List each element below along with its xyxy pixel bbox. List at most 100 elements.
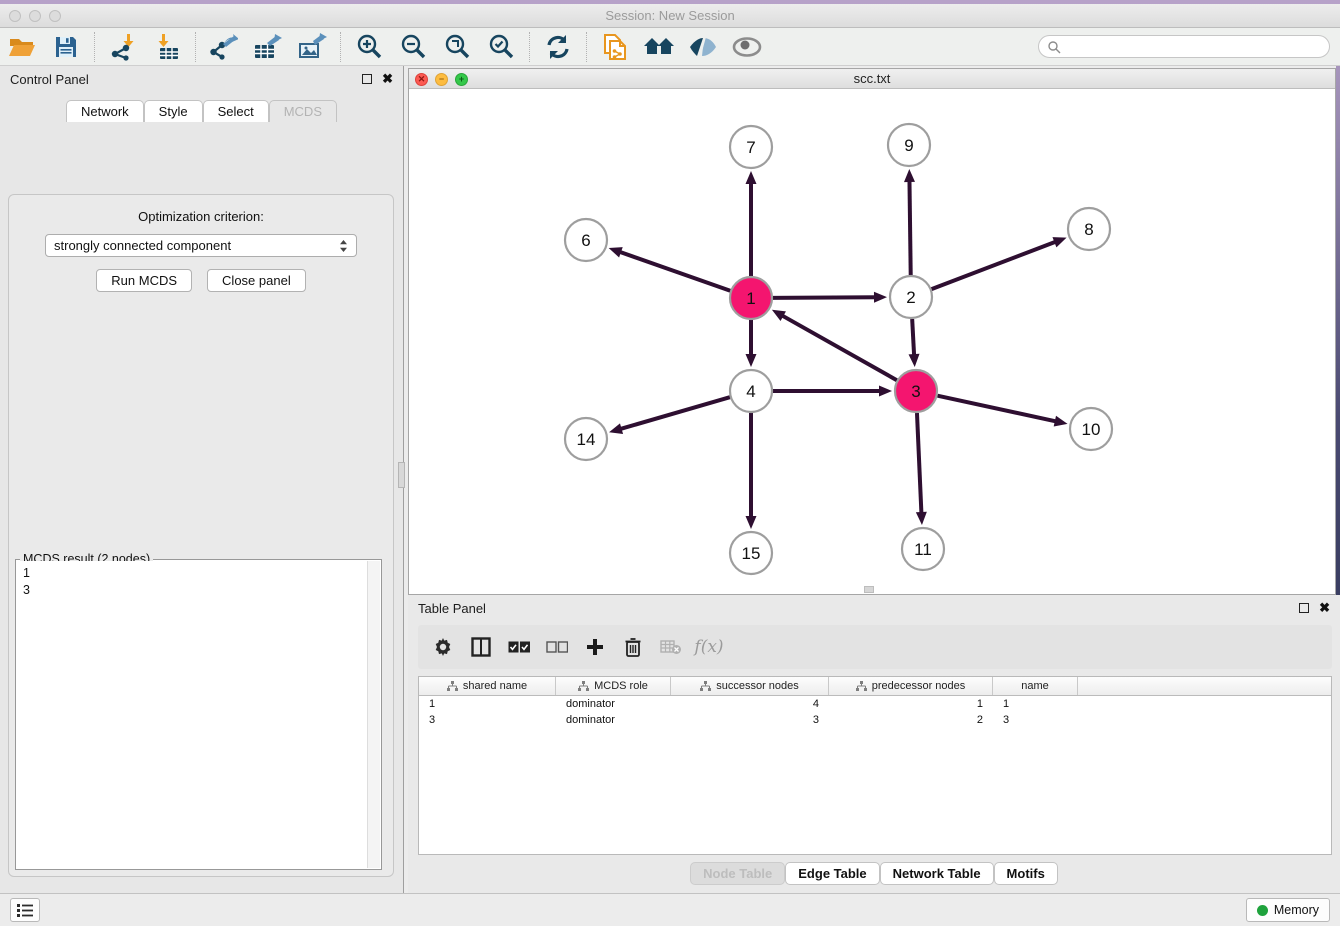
table-cell[interactable]: 3 — [993, 714, 1078, 726]
table-cell[interactable]: 1 — [993, 698, 1078, 710]
column-header-shared-name[interactable]: shared name — [419, 677, 556, 695]
table-row[interactable]: 3dominator323 — [419, 712, 1331, 728]
import-network-button[interactable] — [106, 32, 140, 62]
table-cell[interactable]: 1 — [419, 698, 556, 710]
status-bar: Memory — [0, 893, 1340, 926]
result-line: 1 — [23, 565, 361, 582]
result-scrollbar[interactable] — [367, 561, 380, 868]
zoom-out-button[interactable] — [396, 32, 430, 62]
edge-3-1[interactable] — [781, 315, 896, 380]
search-icon — [1047, 40, 1061, 54]
node-table-header: shared name MCDS rolesuccessor nodesprede… — [419, 677, 1331, 696]
export-image-button[interactable] — [295, 32, 329, 62]
edge-2-3[interactable] — [912, 319, 914, 356]
delete-button[interactable] — [618, 632, 648, 662]
table-cell[interactable]: 4 — [671, 698, 829, 710]
zoom-in-button[interactable] — [352, 32, 386, 62]
tab-network-table[interactable]: Network Table — [880, 862, 994, 885]
delete-table-button[interactable] — [656, 632, 686, 662]
search-input[interactable] — [1061, 40, 1329, 54]
toolbar-separator — [94, 32, 95, 62]
edge-2-9[interactable] — [909, 180, 910, 275]
zoom-fit-button[interactable] — [440, 32, 474, 62]
copy-network-button[interactable] — [598, 32, 632, 62]
export-table-button[interactable] — [251, 32, 285, 62]
table-settings-button[interactable] — [428, 632, 458, 662]
table-panel: Table Panel ✖ — [408, 595, 1340, 893]
mcds-result-box: MCDS result (2 nodes) 13 — [15, 559, 382, 870]
mcds-result-list[interactable]: 13 — [17, 561, 367, 868]
edge-2-8[interactable] — [932, 241, 1057, 289]
node-table-body: 1dominator4113dominator323 — [419, 696, 1331, 728]
import-table-button[interactable] — [150, 32, 184, 62]
edge-4-14[interactable] — [620, 397, 730, 429]
canvas-grip[interactable] — [864, 586, 874, 593]
select-all-button[interactable] — [504, 632, 534, 662]
table-row[interactable]: 1dominator411 — [419, 696, 1331, 712]
node-label-2: 2 — [906, 288, 915, 307]
tab-style[interactable]: Style — [144, 100, 203, 122]
float-panel-icon[interactable] — [362, 74, 372, 84]
edge-3-11[interactable] — [917, 413, 921, 514]
network-canvas[interactable]: 7968124314101511 — [409, 89, 1335, 594]
table-cell[interactable]: dominator — [556, 698, 671, 710]
close-panel-button[interactable]: Close panel — [207, 269, 306, 292]
node-label-11: 11 — [914, 540, 932, 559]
close-panel-icon[interactable]: ✖ — [382, 74, 393, 84]
memory-button[interactable]: Memory — [1246, 898, 1330, 922]
export-network-icon — [210, 33, 238, 61]
toggle-columns-button[interactable] — [466, 632, 496, 662]
control-tabs: NetworkStyleSelectMCDS — [0, 100, 403, 122]
node-label-7: 7 — [746, 138, 755, 157]
tab-node-table[interactable]: Node Table — [690, 862, 785, 885]
copy-network-icon — [602, 33, 628, 61]
column-header-name[interactable]: name — [993, 677, 1078, 695]
arrowhead-icon — [746, 516, 757, 529]
table-cell[interactable]: 2 — [829, 714, 993, 726]
search-field[interactable] — [1038, 35, 1330, 58]
hierarchy-icon — [856, 681, 867, 691]
add-button[interactable] — [580, 632, 610, 662]
open-session-button[interactable] — [5, 32, 39, 62]
tab-motifs[interactable]: Motifs — [994, 862, 1058, 885]
table-cell[interactable]: dominator — [556, 714, 671, 726]
hierarchy-icon — [578, 681, 589, 691]
table-cell[interactable]: 1 — [829, 698, 993, 710]
edge-3-10[interactable] — [937, 396, 1056, 422]
close-table-panel-icon[interactable]: ✖ — [1319, 603, 1330, 613]
node-label-15: 15 — [742, 544, 761, 563]
arrowhead-icon — [904, 169, 915, 182]
arrowhead-icon — [609, 247, 623, 257]
tab-network[interactable]: Network — [66, 100, 144, 122]
network-graph[interactable]: 7968124314101511 — [409, 89, 1335, 594]
network-window-titlebar[interactable]: ✕ − + scc.txt — [409, 69, 1335, 89]
run-mcds-button[interactable]: Run MCDS — [96, 269, 192, 292]
edge-1-6[interactable] — [619, 252, 730, 291]
column-header-successor-nodes[interactable]: successor nodes — [671, 677, 829, 695]
tab-select[interactable]: Select — [203, 100, 269, 122]
import-network-icon — [109, 33, 137, 61]
result-line: 3 — [23, 582, 361, 599]
clear-selection-button[interactable] — [542, 632, 572, 662]
save-session-button[interactable] — [49, 32, 83, 62]
home-layout-button[interactable] — [642, 32, 676, 62]
zoom-selected-button[interactable] — [484, 32, 518, 62]
hide-selected-button[interactable] — [686, 32, 720, 62]
column-header-predecessor-nodes[interactable]: predecessor nodes — [829, 677, 993, 695]
task-history-button[interactable] — [10, 898, 40, 922]
tab-mcds[interactable]: MCDS — [269, 100, 337, 122]
optimization-dropdown[interactable]: strongly connected component — [45, 234, 357, 257]
column-header-MCDS-role[interactable]: MCDS role — [556, 677, 671, 695]
refresh-button[interactable] — [541, 32, 575, 62]
splitter-grip[interactable] — [398, 462, 405, 488]
edge-1-2[interactable] — [773, 297, 876, 298]
tab-edge-table[interactable]: Edge Table — [785, 862, 879, 885]
arrowhead-icon — [1054, 416, 1068, 427]
column-label: shared name — [463, 680, 527, 692]
export-network-button[interactable] — [207, 32, 241, 62]
table-cell[interactable]: 3 — [419, 714, 556, 726]
show-all-button[interactable] — [730, 32, 764, 62]
function-builder-button[interactable]: f(x) — [694, 632, 724, 662]
table-cell[interactable]: 3 — [671, 714, 829, 726]
float-table-panel-icon[interactable] — [1299, 603, 1309, 613]
